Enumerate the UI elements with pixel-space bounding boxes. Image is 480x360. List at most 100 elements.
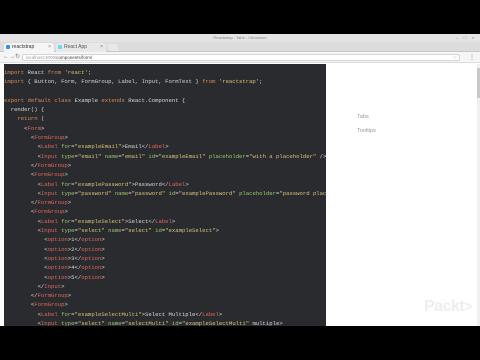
code-token: Label [155, 217, 172, 225]
code-token: > [64, 134, 68, 142]
code-token: ; [259, 78, 263, 86]
reload-icon[interactable]: ↻ [15, 54, 20, 61]
code-token: Label [168, 180, 186, 188]
code-token: < [4, 236, 48, 244]
code-token: import [4, 78, 28, 86]
minimize-button[interactable]: – [454, 35, 460, 40]
code-token: "email" [77, 152, 105, 160]
code-line: <FormGroup> [4, 133, 326, 142]
close-tab-icon[interactable]: × [100, 43, 103, 52]
code-token: > [165, 143, 169, 151]
code-token: Example [74, 96, 102, 104]
new-tab-button[interactable] [106, 44, 120, 51]
code-token: Form [27, 124, 41, 132]
code-token: FormGroup [34, 301, 65, 309]
code-token: option [47, 254, 68, 262]
code-token: < [4, 320, 41, 326]
url-input[interactable]: localhost:3000/components/form/ ☆ [22, 54, 460, 61]
code-line: <option>5</option> [4, 273, 326, 282]
code-token: Input [40, 227, 62, 235]
code-token: > [67, 161, 72, 169]
favicon-icon [6, 45, 10, 49]
tab-react-app[interactable]: React App × [56, 43, 106, 52]
code-token: > [64, 208, 68, 216]
code-token: Input [40, 320, 62, 326]
code-line: import React from 'react'; [4, 68, 326, 77]
code-line: <Label for="exampleSelectMulti">Select M… [4, 310, 326, 319]
code-line: <Form> [4, 124, 326, 133]
code-token: 'react' [64, 69, 88, 76]
code-token: < [4, 245, 48, 253]
code-line: <option>2</option> [4, 245, 326, 254]
browser-menu-icon[interactable]: ⋮ [469, 54, 475, 61]
address-bar-row: ← → ↻ localhost:3000/components/form/ ☆ … [0, 52, 480, 63]
code-token: id [171, 320, 179, 326]
code-token: > [101, 273, 105, 281]
url-host: localhost:3000/ [26, 55, 57, 60]
code-token: < [4, 189, 41, 197]
code-token: Label [202, 310, 219, 318]
code-token: { Button, Form, FormGroup, Label, Input,… [27, 78, 203, 86]
code-token: "examplePassword" [74, 180, 132, 188]
maximize-button[interactable]: □ [462, 35, 468, 40]
code-line: <Label for="exampleSelect">Select</Label… [4, 217, 326, 226]
code-token: > [218, 310, 223, 318]
code-token: Label [40, 180, 62, 188]
code-token: "exampleEmail" [74, 143, 122, 151]
code-token: > [101, 264, 105, 272]
code-token: "password" [77, 189, 115, 197]
code-token: name [104, 152, 119, 160]
close-tab-icon[interactable]: × [48, 43, 51, 52]
nav-link-tooltips[interactable]: Tooltips [357, 128, 376, 134]
code-token: "exampleSelectMulti" [74, 310, 142, 318]
code-token: < [4, 124, 28, 132]
code-line: </FormGroup> [4, 198, 326, 207]
code-token: < [4, 227, 41, 235]
tab-label: reactstrap [12, 44, 35, 50]
code-token: option [81, 264, 102, 272]
code-token: type [61, 227, 75, 235]
code-token: FormGroup [34, 134, 65, 142]
code-token: ; [87, 69, 92, 76]
code-panel: import React from 'react'; import { Butto… [4, 64, 326, 326]
code-line: </FormGroup> [4, 161, 326, 170]
code-token: "selectMulti" [124, 320, 172, 326]
code-token: FormGroup [37, 161, 68, 169]
close-window-button[interactable]: × [470, 35, 476, 40]
code-token: FormGroup [34, 171, 65, 179]
code-token: render() { [4, 106, 45, 114]
code-line: <option>1</option> [4, 235, 326, 244]
code-token: /> [319, 152, 326, 160]
code-token: </ [4, 161, 38, 169]
code-token: "examplePassword" [178, 189, 240, 197]
code-line: <Input type="email" name="email" id="exa… [4, 152, 326, 161]
window-title-bar: Reactstrap - Tabs - Chromium – □ × [0, 34, 480, 42]
code-token: extends [101, 96, 129, 104]
code-token: type [61, 320, 75, 326]
code-token: for [61, 217, 72, 225]
code-line: <Label for="examplePassword">Password</L… [4, 180, 326, 189]
code-line: <Label for="exampleEmail">Email</Label> [4, 142, 326, 151]
url-path: components/form/ [56, 55, 93, 60]
code-token: option [47, 273, 68, 281]
code-token: from [47, 69, 65, 76]
code-line: </FormGroup> [4, 291, 326, 300]
code-token: "select" [77, 320, 109, 326]
nav-link-tabs[interactable]: Tabs [357, 114, 369, 120]
code-token: "password placeholder" [279, 189, 326, 197]
code-line: <FormGroup> [4, 207, 326, 216]
code-token: < [4, 143, 41, 151]
browser-window: Reactstrap - Tabs - Chromium – □ × react… [0, 34, 480, 326]
code-token: >5</ [67, 273, 82, 281]
code-token: > [64, 301, 68, 309]
code-token: > [185, 180, 189, 188]
code-token: 'reactstrap' [218, 78, 260, 86]
code-token: > [67, 292, 72, 300]
code-line: render() { [4, 105, 326, 114]
code-token: option [47, 264, 68, 272]
code-token: Label [148, 143, 166, 151]
code-token: Input [44, 282, 62, 290]
tab-reactstrap[interactable]: reactstrap × [4, 43, 54, 52]
code-token: >Select Multiple</ [141, 310, 203, 318]
bookmark-star-icon[interactable]: ☆ [453, 55, 457, 60]
